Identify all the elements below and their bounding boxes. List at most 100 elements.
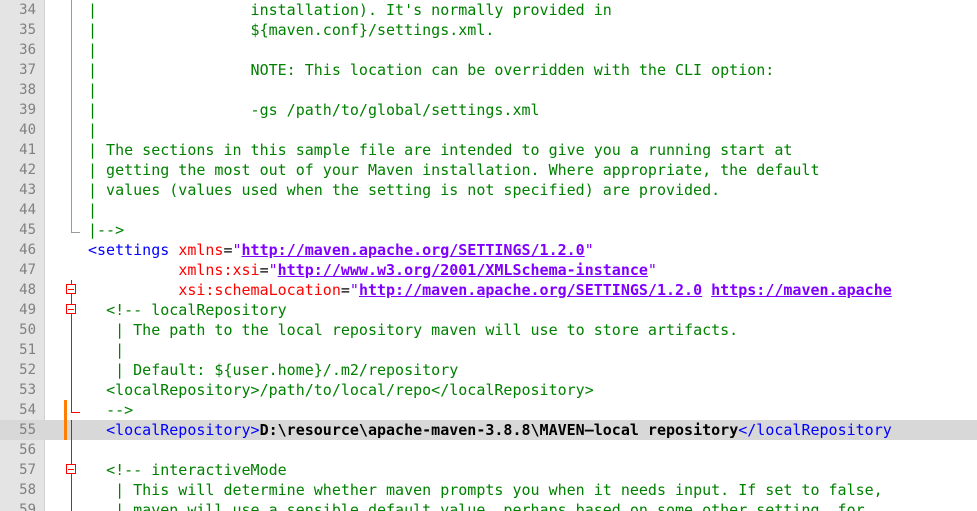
change-marker xyxy=(64,400,67,420)
line-number: 35 xyxy=(19,22,36,38)
code-text[interactable]: | The path to the local repository maven… xyxy=(88,320,738,340)
token-plain: = xyxy=(259,261,269,279)
code-line[interactable]: 49 <!-- localRepository xyxy=(0,300,977,320)
line-number: 47 xyxy=(19,262,36,278)
code-line[interactable]: 50 | The path to the local repository ma… xyxy=(0,320,977,340)
fold-marker xyxy=(47,320,81,340)
code-line[interactable]: 53 <localRepository>/path/to/local/repo<… xyxy=(0,380,977,400)
code-text[interactable]: | xyxy=(88,40,97,60)
code-text[interactable]: | The sections in this sample file are i… xyxy=(88,140,792,160)
token-comment: | xyxy=(88,201,98,219)
token-comment: | Default: ${user.home}/.m2/repository xyxy=(115,361,459,379)
token-plain: = xyxy=(223,241,233,259)
code-line[interactable]: 36 | xyxy=(0,40,977,60)
fold-marker xyxy=(47,40,81,60)
code-line[interactable]: 48 xsi:schemaLocation="http://maven.apac… xyxy=(0,280,977,300)
code-line[interactable]: 41 | The sections in this sample file are… xyxy=(0,140,977,160)
token-comment: | NOTE: This location can be overridden … xyxy=(88,61,775,79)
code-line[interactable]: 35 | ${maven.conf}/settings.xml. xyxy=(0,20,977,40)
token-tag: </localRepository xyxy=(738,421,892,439)
token-comment: | maven will use a sensible default valu… xyxy=(115,501,865,511)
code-text[interactable]: <!-- interactiveMode xyxy=(88,460,287,480)
token-comment: | The sections in this sample file are i… xyxy=(88,141,793,159)
fold-marker xyxy=(47,0,81,20)
code-text[interactable]: | ${maven.conf}/settings.xml. xyxy=(88,20,494,40)
token-comment: | ${maven.conf}/settings.xml. xyxy=(88,21,495,39)
code-line[interactable]: 38 | xyxy=(0,80,977,100)
token-bold: D:\resource\apache-maven-3.8.8\MAVEN—loc… xyxy=(259,421,739,439)
code-text[interactable]: <localRepository>/path/to/local/repo</lo… xyxy=(88,380,594,400)
code-text[interactable]: | xyxy=(88,80,97,100)
token-attr: xmlns xyxy=(178,241,224,259)
code-line[interactable]: 42 | getting the most out of your Maven i… xyxy=(0,160,977,180)
code-text[interactable]: | xyxy=(88,120,97,140)
code-line[interactable]: 40 | xyxy=(0,120,977,140)
code-lines[interactable]: 34 | installation). It's normally provide… xyxy=(0,0,977,511)
code-text[interactable]: | values (values used when the setting i… xyxy=(88,180,720,200)
code-text[interactable]: xsi:schemaLocation="http://maven.apache.… xyxy=(88,280,891,300)
code-line[interactable]: 54 --> xyxy=(0,400,977,420)
code-line[interactable]: 46 <settings xmlns="http://maven.apache.o… xyxy=(0,240,977,260)
token-comment: | xyxy=(115,341,125,359)
collapse-icon[interactable] xyxy=(66,304,76,314)
code-line[interactable]: 52 | Default: ${user.home}/.m2/repositor… xyxy=(0,360,977,380)
fold-marker[interactable] xyxy=(47,460,81,480)
code-text[interactable]: xmlns:xsi="http://www.w3.org/2001/XMLSch… xyxy=(88,260,657,280)
code-text[interactable]: | maven will use a sensible default valu… xyxy=(88,500,865,511)
line-number: 44 xyxy=(19,202,36,218)
token-comment: | This will determine whether maven prom… xyxy=(115,481,883,499)
code-text[interactable]: | -gs /path/to/global/settings.xml xyxy=(88,100,540,120)
code-line[interactable]: 56 xyxy=(0,440,977,460)
line-number: 48 xyxy=(19,282,36,298)
line-number: 37 xyxy=(19,62,36,78)
fold-marker[interactable] xyxy=(47,300,81,320)
code-line[interactable]: 58 | This will determine whether maven p… xyxy=(0,480,977,500)
token-comment: |--> xyxy=(88,221,125,239)
code-line[interactable]: 44 | xyxy=(0,200,977,220)
code-line[interactable]: 51 | xyxy=(0,340,977,360)
code-text[interactable]: <!-- localRepository xyxy=(88,300,287,320)
code-text[interactable]: | Default: ${user.home}/.m2/repository xyxy=(88,360,458,380)
token-str: " xyxy=(647,261,657,279)
code-text[interactable]: --> xyxy=(88,400,133,420)
code-line[interactable]: 37 | NOTE: This location can be overridde… xyxy=(0,60,977,80)
code-text[interactable]: | NOTE: This location can be overridden … xyxy=(88,60,774,80)
line-number: 40 xyxy=(19,122,36,138)
code-text[interactable]: | xyxy=(88,200,97,220)
code-line[interactable]: 43 | values (values used when the setting… xyxy=(0,180,977,200)
line-number: 42 xyxy=(19,162,36,178)
code-text[interactable]: | getting the most out of your Maven ins… xyxy=(88,160,820,180)
code-text[interactable]: | xyxy=(88,340,124,360)
collapse-icon[interactable] xyxy=(66,464,76,474)
token-str: " xyxy=(232,241,242,259)
token-comment: | -gs /path/to/global/settings.xml xyxy=(88,101,540,119)
code-text[interactable]: | installation). It's normally provided … xyxy=(88,0,612,20)
token-plain: = xyxy=(340,281,350,299)
fold-marker[interactable] xyxy=(47,280,81,300)
token-url: http://maven.apache.org/SETTINGS/1.2.0 xyxy=(241,241,585,259)
code-line[interactable]: 47 xmlns:xsi="http://www.w3.org/2001/XML… xyxy=(0,260,977,280)
code-text[interactable]: <localRepository>D:\resource\apache-mave… xyxy=(88,420,892,440)
token-str: " xyxy=(584,241,594,259)
token-str: " xyxy=(268,261,278,279)
token-str: " xyxy=(349,281,359,299)
code-text[interactable]: | This will determine whether maven prom… xyxy=(88,480,883,500)
code-line[interactable]: 39 | -gs /path/to/global/settings.xml xyxy=(0,100,977,120)
code-line[interactable]: 55 <localRepository>D:\resource\apache-m… xyxy=(0,420,977,440)
code-line[interactable]: 34 | installation). It's normally provide… xyxy=(0,0,977,20)
code-text[interactable]: |--> xyxy=(88,220,124,240)
code-line[interactable]: 45 |--> xyxy=(0,220,977,240)
code-line[interactable]: 59 | maven will use a sensible default v… xyxy=(0,500,977,511)
code-text[interactable]: <settings xmlns="http://maven.apache.org… xyxy=(88,240,594,260)
collapse-icon[interactable] xyxy=(66,284,76,294)
code-line[interactable]: 57 <!-- interactiveMode xyxy=(0,460,977,480)
code-editor[interactable]: 34 | installation). It's normally provide… xyxy=(0,0,977,511)
